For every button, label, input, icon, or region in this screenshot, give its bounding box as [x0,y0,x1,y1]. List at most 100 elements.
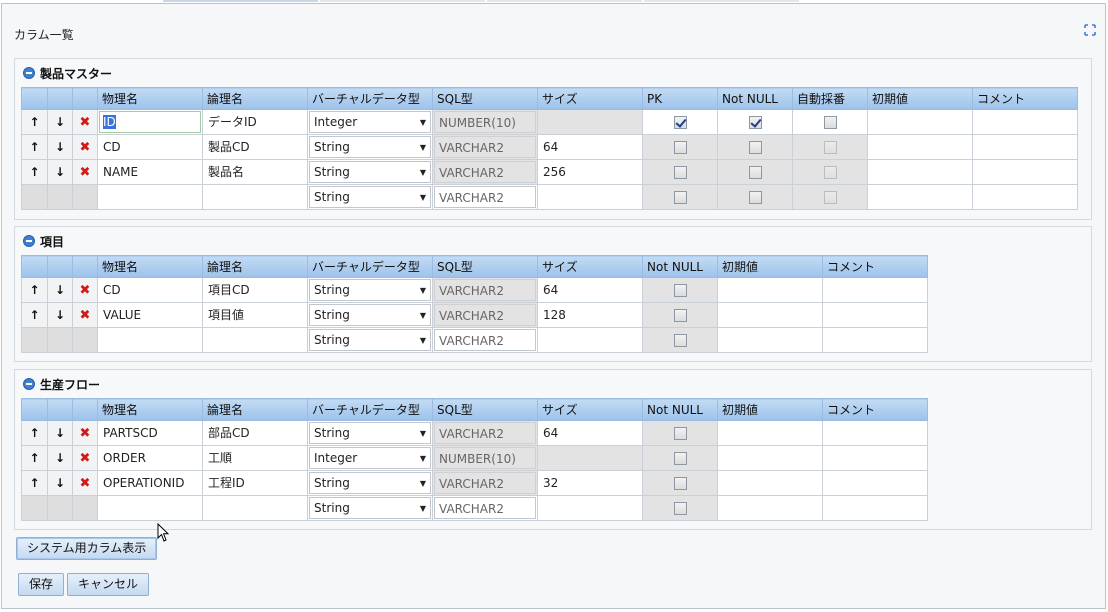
logical-name-input[interactable]: 工程ID [204,472,306,494]
initial-value-input[interactable] [719,422,821,444]
auto-checkbox-cell[interactable] [792,184,868,210]
virtual-type-cell[interactable]: String ▼ [307,134,433,160]
size-input[interactable]: 64 [539,136,641,158]
grid-column-header[interactable]: SQL型 [432,87,538,110]
notnull-checkbox-cell[interactable] [642,327,718,353]
move-down-cell[interactable]: ↓ [47,470,73,496]
virtual-type-value[interactable]: Integer [314,451,357,465]
grid-column-header[interactable]: Not NULL [642,398,718,421]
initial-value-input[interactable] [719,329,821,351]
maximize-icon[interactable] [1084,24,1096,36]
physical-name-cell[interactable]: CD [97,134,203,160]
chevron-down-icon[interactable]: ▼ [420,454,426,463]
initial-value-input[interactable] [869,136,971,158]
comment-cell[interactable] [822,445,928,471]
comment-input[interactable] [824,472,926,494]
logical-name-input[interactable] [204,186,306,208]
section-header[interactable]: 製品マスター [23,64,112,82]
move-down-icon[interactable]: ↓ [55,165,65,179]
virtual-type-value[interactable]: String [314,283,350,297]
comment-cell[interactable] [822,495,928,521]
move-up-icon[interactable]: ↑ [29,308,39,322]
move-up-icon[interactable]: ↑ [29,283,39,297]
pk-checkbox-cell[interactable] [642,109,718,135]
notnull-checkbox-cell[interactable] [642,495,718,521]
chevron-down-icon[interactable]: ▼ [420,168,426,177]
size-input[interactable]: 128 [539,304,641,326]
physical-name-input[interactable]: CD [99,279,201,301]
logical-name-cell[interactable] [202,184,308,210]
auto-checkbox-cell[interactable] [792,159,868,185]
comment-input[interactable] [824,497,926,519]
grid-column-header[interactable]: バーチャルデータ型 [307,87,433,110]
size-input[interactable] [539,497,641,519]
logical-name-input[interactable]: 工順 [204,447,306,469]
move-down-cell[interactable]: ↓ [47,134,73,160]
move-down-icon[interactable]: ↓ [55,115,65,129]
move-up-cell[interactable]: ↑ [21,470,48,496]
physical-name-cell[interactable]: ID [97,109,203,135]
auto-checkbox-cell[interactable] [792,134,868,160]
size-cell[interactable]: 128 [537,302,643,328]
notnull-checkbox[interactable] [748,141,762,154]
virtual-type-cell[interactable]: String ▼ [307,420,433,446]
grid-column-header[interactable]: 論理名 [202,255,308,278]
move-up-cell[interactable]: ↑ [21,445,48,471]
logical-name-input[interactable]: 部品CD [204,422,306,444]
size-cell[interactable] [537,495,643,521]
virtual-type-cell[interactable]: String ▼ [307,302,433,328]
initial-value-input[interactable] [869,161,971,183]
notnull-checkbox[interactable] [748,116,762,129]
physical-name-cell[interactable]: ORDER [97,445,203,471]
notnull-checkbox-cell[interactable] [717,159,793,185]
grid-column-header[interactable]: SQL型 [432,255,538,278]
grid-column-header[interactable]: PK [642,87,718,110]
chevron-down-icon[interactable]: ▼ [420,479,426,488]
logical-name-cell[interactable]: データID [202,109,308,135]
physical-name-input[interactable] [99,186,201,208]
virtual-type-cell[interactable]: String ▼ [307,327,433,353]
physical-name-input[interactable] [99,329,201,351]
initial-value-cell[interactable] [717,470,823,496]
virtual-type-select[interactable]: String ▼ [309,279,431,301]
pk-checkbox-cell[interactable] [642,134,718,160]
virtual-type-cell[interactable]: String ▼ [307,277,433,303]
delete-row-icon[interactable]: ✖ [80,115,91,130]
logical-name-input[interactable]: 項目値 [204,304,306,326]
delete-row-cell[interactable]: ✖ [72,420,98,446]
grid-column-header[interactable]: 初期値 [717,398,823,421]
physical-name-cell[interactable] [97,495,203,521]
notnull-checkbox-cell[interactable] [642,420,718,446]
move-up-cell[interactable]: ↑ [21,302,48,328]
move-down-cell[interactable]: ↓ [47,420,73,446]
grid-column-header[interactable]: サイズ [537,87,643,110]
initial-value-cell[interactable] [717,277,823,303]
comment-input[interactable] [824,422,926,444]
virtual-type-value[interactable]: String [314,333,350,347]
move-up-cell[interactable]: ↑ [21,159,48,185]
comment-input[interactable] [974,136,1076,158]
notnull-checkbox[interactable] [673,284,687,297]
initial-value-cell[interactable] [867,134,973,160]
initial-value-input[interactable] [719,304,821,326]
grid-column-header[interactable]: バーチャルデータ型 [307,255,433,278]
collapse-icon[interactable] [23,67,35,79]
grid-column-header[interactable]: 初期値 [717,255,823,278]
save-button[interactable]: 保存 [18,573,65,596]
logical-name-input[interactable] [204,329,306,351]
auto-checkbox[interactable] [823,116,837,129]
physical-name-cell[interactable]: OPERATIONID [97,470,203,496]
cancel-button[interactable]: キャンセル [67,573,150,596]
notnull-checkbox-cell[interactable] [717,109,793,135]
virtual-type-value[interactable]: String [314,140,350,154]
chevron-down-icon[interactable]: ▼ [420,336,426,345]
grid-column-header[interactable]: コメント [972,87,1078,110]
size-cell[interactable] [537,327,643,353]
initial-value-input[interactable] [719,497,821,519]
pk-checkbox[interactable] [673,141,687,154]
auto-checkbox-cell[interactable] [792,109,868,135]
show-system-columns-button[interactable]: システム用カラム表示 [16,537,158,560]
size-input[interactable] [539,329,641,351]
virtual-type-value[interactable]: String [314,308,350,322]
physical-name-input[interactable]: VALUE [99,304,201,326]
